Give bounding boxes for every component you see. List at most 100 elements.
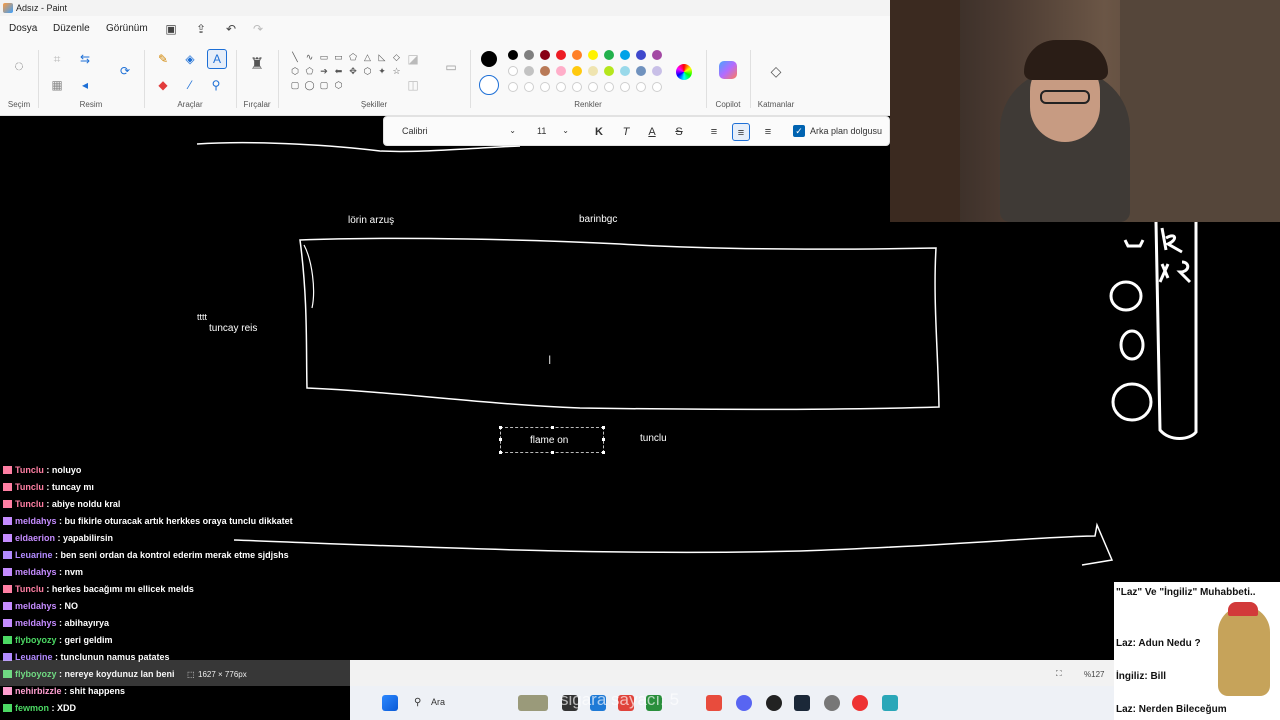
chat-badge-icon [3,534,12,542]
chat-message: Tunclu : abiye noldu kral [3,496,120,513]
cartoon-hat [1228,602,1258,616]
chat-badge-icon [3,483,12,491]
chat-username: meldahys [15,516,57,526]
chat-username: fewmon [15,703,50,713]
chat-username: Leuarine [15,550,53,560]
timer-overlay: sigara sayacı: 5 [560,690,680,709]
status-bar: ⬚ 1627 × 776px ⛶ %127 [187,660,1114,686]
chat-message: meldahys : abihayırya [3,615,109,632]
background-fill-label: Arka plan dolgusu [810,126,883,136]
meme-line: Laz: Adun Nedu ? [1116,638,1201,649]
chat-status-overlay [0,660,350,686]
person-hair [1024,40,1108,80]
chat-text: : NO [56,601,79,611]
fit-icon[interactable]: ⛶ [1056,669,1062,679]
background-fill-checkbox[interactable]: ✓ [793,125,805,137]
canvas-text: tunclu [640,433,667,444]
chat-text: : abihayırya [56,618,110,628]
meme-line: İngiliz: Bill [1116,671,1166,682]
chat-badge-icon [3,687,12,695]
drawn-circle-2 [1119,329,1145,361]
resize-handle[interactable] [602,438,605,441]
chat-text: : geri geldim [56,635,113,645]
chat-badge-icon [3,585,12,593]
paint-taskbar-icon[interactable] [882,695,898,711]
chat-badge-icon [3,704,12,712]
align-center-icon[interactable]: ≡ [732,123,750,141]
webcam-overlay [890,0,1280,222]
taskbar: ⚲ Ara [350,686,1114,720]
chat-badge-icon [3,568,12,576]
chat-username: meldahys [15,567,57,577]
text-formatting-toolbar: Calibri ⌄ 11 ⌄ K T A S ≡ ≡ ≡ ✓ Arka plan… [383,116,890,146]
canvas-text: lörin arzuş [348,215,395,226]
chat-text: : yapabilirsin [55,533,114,543]
obs-icon[interactable] [766,695,782,711]
chat-badge-icon [3,636,12,644]
chat-username: Tunclu [15,482,44,492]
chevron-down-icon: ⌄ [562,126,569,135]
wall [1120,0,1280,222]
chat-username: meldahys [15,601,57,611]
chat-message: Tunclu : tuncay mı [3,479,94,496]
steam-icon[interactable] [794,695,810,711]
chat-message: Tunclu : herkes bacağımı mı ellicek meld… [3,581,194,598]
chat-message: eldaerion : yapabilirsin [3,530,113,547]
font-size-select[interactable]: 11 ⌄ [529,123,573,139]
resize-handle[interactable] [551,426,554,429]
chat-message: flyboyozy : geri geldim [3,632,113,649]
app-icon[interactable] [706,695,722,711]
chat-message: Leuarine : ben seni ordan da kontrol ede… [3,547,289,564]
chevron-down-icon: ⌄ [509,126,516,135]
widget-icon[interactable] [518,695,548,711]
taskbar-search-label[interactable]: Ara [431,697,445,707]
zoom-level[interactable]: %127 [1084,670,1104,679]
align-left-icon[interactable]: ≡ [705,123,723,141]
active-text-box[interactable]: flame on [499,426,605,454]
font-size-value: 11 [537,126,547,136]
underline-button[interactable]: A [643,123,661,141]
canvas-dimensions: 1627 × 776px [198,670,247,679]
glasses [1040,90,1090,104]
drawn-tube [1154,221,1198,440]
chat-username: Tunclu [15,584,44,594]
chat-badge-icon [3,500,12,508]
chat-username: Tunclu [15,499,44,509]
canvas-size-icon: ⬚ [187,670,195,679]
chat-text: : noluyo [43,465,82,475]
resize-handle[interactable] [602,426,605,429]
resize-handle[interactable] [499,438,502,441]
drawn-circle-1 [1109,280,1143,312]
canvas-text: tuncay reis [209,323,258,334]
chat-message: Tunclu : noluyo [3,462,81,479]
resize-handle[interactable] [551,451,554,454]
taskbar-search-icon[interactable]: ⚲ [414,697,421,708]
resize-handle[interactable] [602,451,605,454]
italic-button[interactable]: T [617,123,635,141]
font-family-select[interactable]: Calibri ⌄ [394,123,520,139]
app-icon[interactable] [852,695,868,711]
chat-text: : abiye noldu kral [43,499,121,509]
chat-message: meldahys : nvm [3,564,83,581]
chat-message: fewmon : XDD [3,700,76,717]
font-name: Calibri [402,126,428,136]
discord-icon[interactable] [736,695,752,711]
chat-text: : XDD [49,703,77,713]
meme-overlay: "Laz" Ve "İngiliz" Muhabbeti.. Laz: Adun… [1114,582,1280,720]
canvas-text: barinbgc [579,214,618,225]
resize-handle[interactable] [499,426,502,429]
align-right-icon[interactable]: ≡ [759,123,777,141]
strikethrough-button[interactable]: S [670,123,688,141]
resize-handle[interactable] [499,451,502,454]
chat-username: eldaerion [15,533,56,543]
text-cursor-icon: I [548,353,552,367]
cartoon-dog-image [1218,606,1270,696]
settings-icon[interactable] [824,695,840,711]
canvas-text: tttt [197,312,208,322]
bold-button[interactable]: K [590,123,608,141]
chat-text: : tuncay mı [43,482,94,492]
windows-start-icon[interactable] [382,695,398,711]
meme-line: Laz: Nerden Bileceğum [1116,704,1227,715]
chat-username: meldahys [15,618,57,628]
text-box-content[interactable]: flame on [530,435,568,446]
